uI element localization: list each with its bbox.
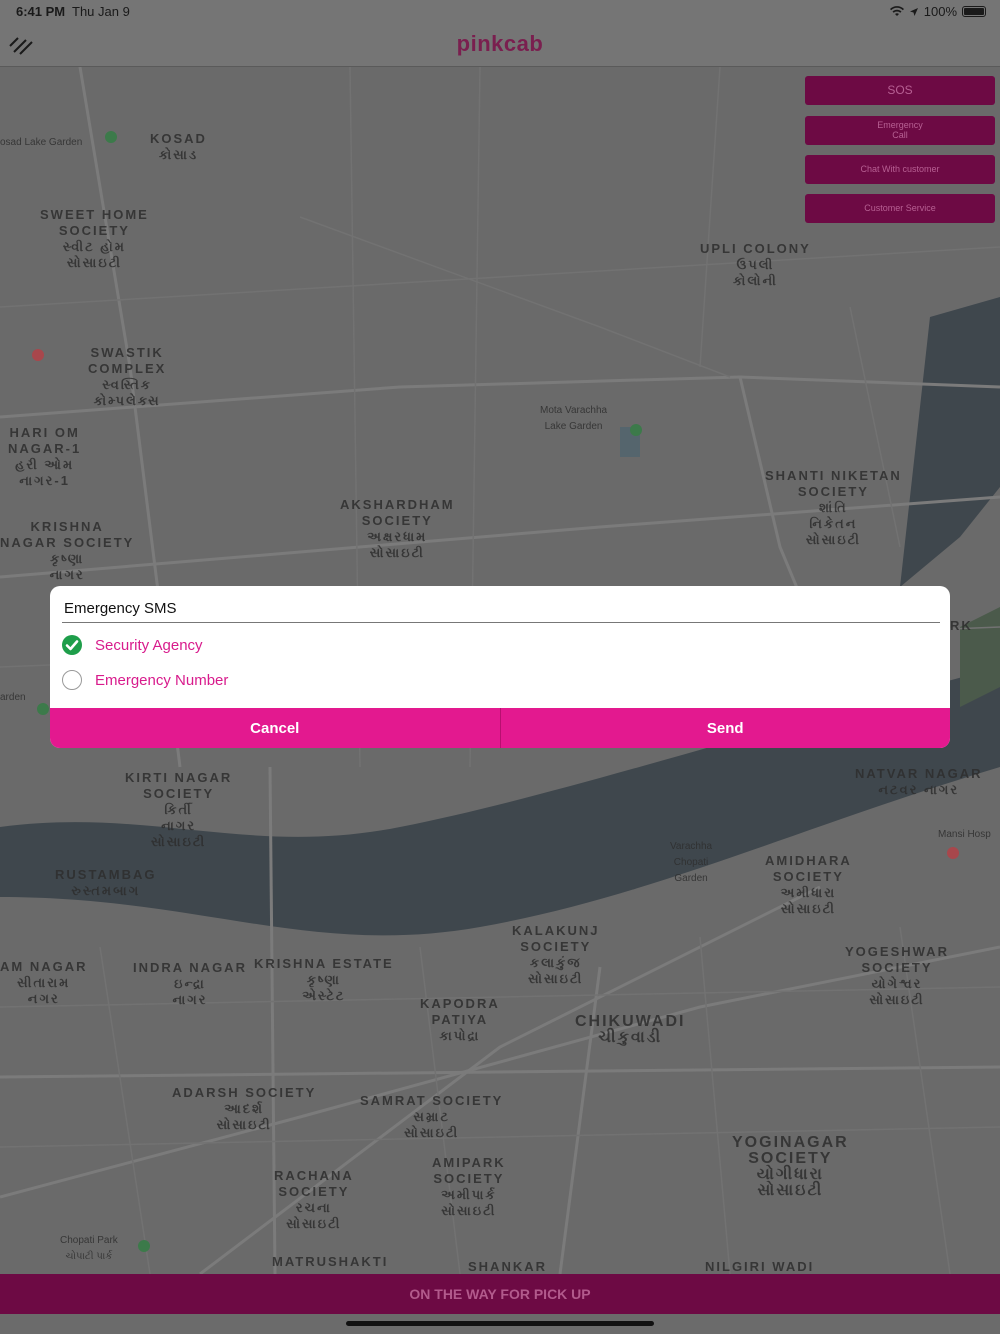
option-label: Emergency Number — [95, 671, 229, 689]
map-label: SAMRAT SOCIETY સમ્રાટ સોસાઇટી — [360, 1093, 504, 1140]
status-time: 6:41 PM — [16, 4, 66, 19]
option-label: Security Agency — [95, 636, 203, 654]
home-indicator[interactable] — [346, 1321, 654, 1326]
customer-service-button[interactable]: Customer Service — [805, 194, 995, 223]
dialog-button-row: Cancel Send — [50, 708, 950, 748]
sos-button[interactable]: SOS — [805, 76, 995, 105]
map-label: Varachha Chopati Garden — [670, 841, 713, 884]
map-label: SWASTIK COMPLEX સ્વસ્તિક કોમ્પલેક્સ — [88, 345, 167, 408]
option-security-agency[interactable]: Security Agency — [62, 632, 203, 658]
nav-bar: pinkcab — [0, 24, 1000, 67]
map-label: SHANTI NIKETAN SOCIETY શાંતિ નિકેતન સોસાઇટી — [765, 468, 902, 547]
map-label: RK — [950, 618, 973, 633]
map-label: YOGINAGAR SOCIETY યોગીધારા સોસાઇટી — [732, 1134, 849, 1199]
app-logo: pinkcab — [456, 31, 544, 56]
map-label: KIRTI NAGAR SOCIETY કિર્તી નાગર સોસાઇટી — [125, 770, 233, 849]
map-label: HARI OM NAGAR-1 હરી ઓમ નાગર-1 — [8, 425, 82, 488]
wifi-icon — [889, 6, 904, 17]
option-emergency-number[interactable]: Emergency Number — [62, 667, 228, 693]
map-label: Chopati Park ચોપાટી પાર્ક — [60, 1235, 118, 1262]
location-icon — [909, 7, 918, 16]
map-label: ADARSH SOCIETY આદર્શ સોસાઇટી — [172, 1085, 317, 1132]
map-label: AMIDHARA SOCIETY અમીધારા સોસાઇટી — [765, 853, 852, 916]
map-label: AMIPARK SOCIETY અમીપાર્ક સોસાઇટી — [432, 1155, 506, 1218]
status-indicators: 100% — [889, 4, 986, 19]
map-label: CHIKUWADI ચીકુવાડી — [575, 1013, 686, 1046]
map-label: RUSTAMBAG રુસ્તમબાગ — [55, 867, 157, 898]
dialog-divider — [62, 622, 940, 623]
battery-percent: 100% — [923, 4, 957, 19]
map-label: osad Lake Garden — [0, 137, 83, 148]
map-label: NATVAR NAGAR નટવર નાગર — [855, 766, 983, 797]
emergency-call-button[interactable]: Emergency Call — [805, 116, 995, 145]
map-label: KOSAD કોસાડ — [150, 131, 207, 162]
map-label: KALAKUNJ SOCIETY કલાકુંજ સોસાઇટી — [512, 923, 600, 986]
status-bar: 6:41 PM Thu Jan 9 100% — [0, 0, 1000, 24]
map-label: NILGIRI WADI — [705, 1259, 815, 1274]
map-label: Mansi Hosp — [938, 829, 991, 840]
map-label: KRISHNA NAGAR SOCIETY કૃષ્ણા નાગર — [0, 519, 135, 582]
dialog-title: Emergency SMS — [64, 600, 177, 617]
map-label: INDRA NAGAR ઇન્દ્રા નાગર — [133, 960, 247, 1007]
trip-status-bar[interactable]: ON THE WAY FOR PICK UP — [0, 1274, 1000, 1314]
status-date: Thu Jan 9 — [72, 4, 130, 19]
map-label: RACHANA SOCIETY રચના સોસાઇટી — [274, 1168, 354, 1231]
map-label: MATRUSHAKTI — [272, 1254, 389, 1269]
send-button[interactable]: Send — [501, 708, 951, 748]
chat-customer-button[interactable]: Chat With customer — [805, 155, 995, 184]
map-label: AKSHARDHAM SOCIETY અક્ષરધામ સોસાઇટી — [340, 497, 455, 560]
map-label: arden — [0, 692, 26, 703]
radio-unchecked-icon[interactable] — [62, 670, 82, 690]
emergency-sms-dialog: Emergency SMS Security Agency Emergency … — [50, 586, 950, 748]
map-label: YOGESHWAR SOCIETY યોગેશ્વર સોસાઇટી — [845, 944, 949, 1007]
battery-icon — [962, 6, 986, 17]
map-label: KAPODRA PATIYA કાપોદ્રા — [420, 996, 500, 1043]
map-label: SHANKAR — [468, 1259, 547, 1274]
map-label: Mota Varachha Lake Garden — [540, 405, 608, 432]
map-label: AM NAGAR સીતારામ નગર — [0, 959, 88, 1006]
map-label: SWEET HOME SOCIETY સ્વીટ હોમ સોસાઇટી — [40, 207, 149, 270]
map-label: UPLI COLONY ઉપલી કોલોની — [700, 241, 811, 288]
cancel-button[interactable]: Cancel — [50, 708, 500, 748]
radio-checked-icon[interactable] — [62, 635, 82, 655]
map-label: KRISHNA ESTATE કૃષ્ણા એસ્ટેટ — [254, 956, 394, 1003]
